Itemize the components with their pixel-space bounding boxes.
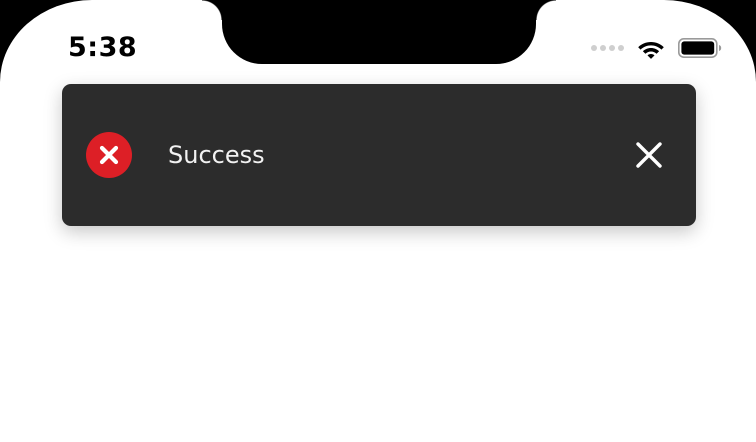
status-icons [591, 34, 722, 62]
device-notch [202, 0, 556, 64]
close-button[interactable] [630, 136, 668, 174]
close-icon [636, 142, 662, 168]
toast-notification: Success [62, 84, 696, 226]
cellular-signal-icon [591, 45, 624, 51]
battery-icon [678, 37, 722, 58]
error-icon [86, 132, 132, 178]
screen: 5:38 Success [0, 0, 756, 442]
toast-message: Success [168, 141, 265, 169]
device-frame: 5:38 Success [0, 0, 756, 442]
status-time: 5:38 [68, 32, 138, 63]
wifi-icon [638, 42, 664, 59]
